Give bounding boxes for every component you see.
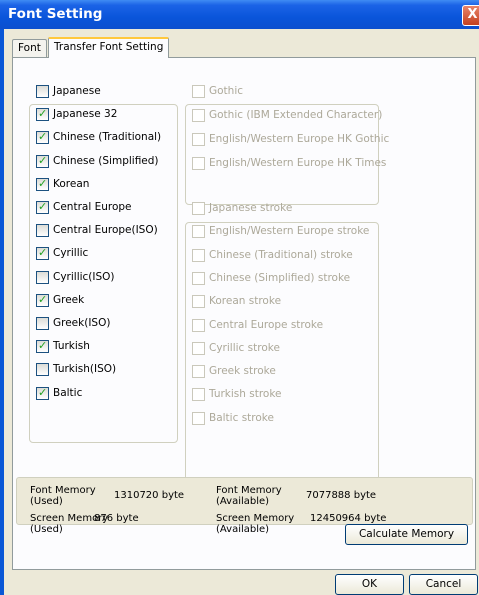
checkmark-icon: ✓ [38, 385, 48, 399]
checkbox-box[interactable]: ✓ [36, 130, 49, 145]
checkbox-box[interactable] [36, 85, 49, 98]
font-memory-used-value: 1310720 byte [114, 490, 185, 501]
checkbox-box[interactable]: ✓ [36, 200, 49, 214]
screen-memory-used-label-line2: (Used) [30, 524, 63, 535]
checkbox-box [192, 133, 205, 146]
checkbox-box [192, 295, 205, 309]
checkbox-box [192, 388, 205, 402]
checkbox-label: Greek [53, 293, 85, 306]
ok-button[interactable]: OK [335, 574, 404, 595]
checkbox-label: Chinese (Simplified) stroke [209, 271, 351, 284]
font-memory-available-label-line1: Font Memory [216, 485, 282, 496]
checkbox-box[interactable]: ✓ [36, 246, 49, 261]
cancel-button[interactable]: Cancel [409, 574, 478, 595]
checkbox-label: Greek stroke [209, 365, 276, 378]
checkbox-box [192, 85, 205, 98]
checkbox-label: Japanese stroke [209, 202, 293, 214]
checkbox-label: Cyrillic(ISO) [53, 270, 115, 283]
checkbox-label: Turkish stroke [209, 388, 282, 401]
font-memory-used-label-line1: Font Memory [30, 485, 96, 496]
checkbox-label: English/Western Europe stroke [209, 225, 370, 238]
checkbox-label: Cyrillic stroke [209, 341, 280, 354]
checkbox-label: Japanese 32 [53, 108, 118, 121]
screen-memory-available-value: 12450964 byte [310, 513, 387, 524]
checkbox-label: Central Europe stroke [209, 318, 324, 331]
checkbox-label: Cyrillic [53, 247, 89, 260]
checkmark-icon: ✓ [38, 107, 48, 121]
checkbox-box[interactable]: ✓ [36, 153, 49, 168]
checkbox-box[interactable]: ✓ [36, 385, 49, 400]
checkbox-label: Greek(ISO) [53, 317, 111, 329]
checkbox-box[interactable]: ✓ [36, 107, 49, 122]
checkbox-box [192, 248, 205, 262]
checkbox-box[interactable] [36, 224, 49, 238]
tab-transfer-font-setting[interactable]: Transfer Font Setting [48, 37, 170, 58]
checkbox-box[interactable] [36, 363, 49, 377]
checkbox-box[interactable]: ✓ [36, 339, 49, 354]
checkmark-icon: ✓ [38, 130, 48, 144]
tab-font[interactable]: Font [12, 39, 47, 58]
checkmark-icon: ✓ [38, 292, 48, 306]
close-button[interactable]: X [462, 5, 479, 26]
font-memory-available-label-line2: (Available) [216, 496, 270, 507]
checkbox-label: Gothic [209, 85, 244, 97]
checkbox-label: Turkish(ISO) [53, 363, 117, 376]
checkbox-label: English/Western Europe HK Times [209, 157, 387, 169]
checkbox-box [192, 157, 205, 170]
dialog-client-area: Font Transfer Font Setting Japanese ✓ Japa… [4, 29, 479, 595]
checkbox-box[interactable]: ✓ [36, 176, 49, 191]
window-title: Font Setting [8, 6, 103, 22]
checkmark-icon: ✓ [38, 200, 48, 213]
font-setting-window: Font Setting X Font Transfer Font Settin… [0, 0, 479, 595]
calculate-memory-button[interactable]: Calculate Memory [345, 524, 468, 545]
title-bar[interactable]: Font Setting X [0, 0, 479, 29]
checkbox-label: Chinese (Traditional) [53, 131, 162, 144]
checkbox-label: Japanese [53, 85, 101, 97]
checkbox-box [192, 271, 205, 285]
checkbox-label: Chinese (Simplified) [53, 154, 159, 167]
font-memory-used-label: Font Memory (Used) [30, 485, 96, 507]
checkmark-icon: ✓ [38, 153, 48, 167]
screen-memory-available-label: Screen Memory (Available) [216, 513, 294, 535]
checkmark-icon: ✓ [38, 246, 48, 260]
checkbox-box [192, 365, 205, 379]
checkbox-box [192, 109, 205, 122]
checkbox-label: Central Europe [53, 201, 132, 213]
checkbox-box[interactable] [36, 270, 49, 284]
checkbox-label: Gothic (IBM Extended Character) [209, 109, 383, 121]
screen-memory-available-label-line2: (Available) [216, 524, 270, 535]
checkbox-label: Central Europe(ISO) [53, 224, 158, 237]
checkbox-label: Chinese (Traditional) stroke [209, 248, 353, 261]
stroke-group [185, 222, 379, 495]
checkbox-label: Turkish [53, 340, 90, 353]
checkbox-box[interactable] [36, 317, 49, 330]
checkmark-icon: ✓ [38, 339, 48, 353]
checkbox-label: Baltic stroke [209, 411, 274, 424]
checkbox-label: Korean [53, 177, 90, 190]
checkbox-box [192, 202, 205, 215]
font-memory-available-value: 7077888 byte [306, 490, 377, 501]
checkbox-label: English/Western Europe HK Gothic [209, 133, 390, 145]
checkmark-icon: ✓ [38, 176, 48, 190]
checkbox-label: Baltic [53, 386, 83, 399]
screen-memory-available-label-line1: Screen Memory [216, 513, 295, 524]
font-memory-used-label-line2: (Used) [30, 496, 63, 507]
checkbox-box [192, 318, 205, 332]
checkbox-label: Korean stroke [209, 295, 282, 308]
checkbox-box [192, 341, 205, 355]
screen-memory-used-value: 876 byte [94, 513, 139, 524]
font-memory-available-label: Font Memory (Available) [216, 485, 282, 507]
checkbox-box [192, 411, 205, 425]
checkbox-box[interactable]: ✓ [36, 292, 49, 307]
checkbox-box [192, 225, 205, 239]
